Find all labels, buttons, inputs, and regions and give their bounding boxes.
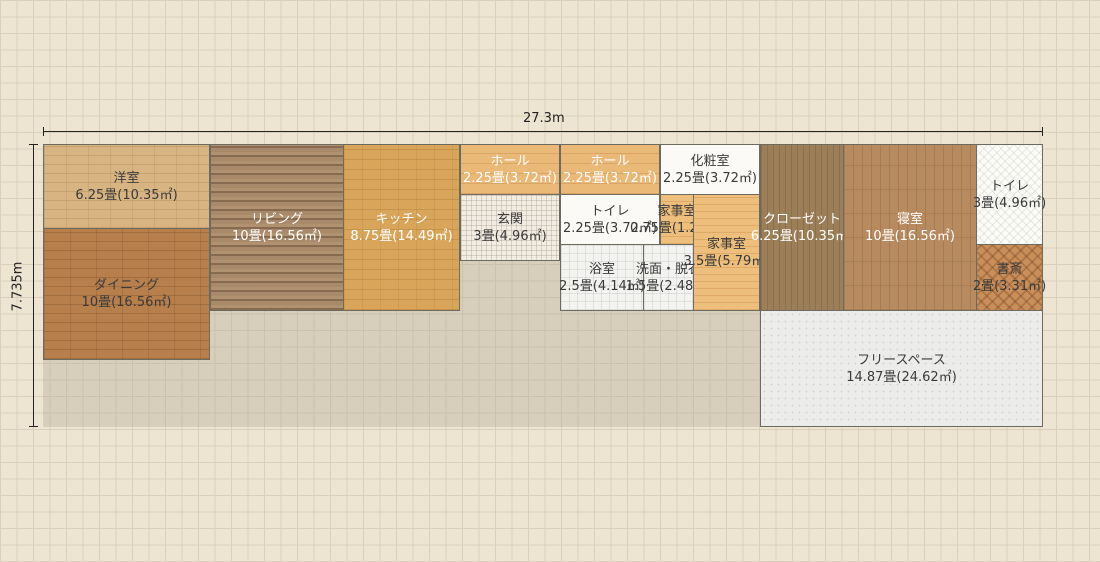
room-toilet-2[interactable]: トイレ 3畳(4.96㎡) <box>972 144 1047 245</box>
room-size: 6.25畳(10.35㎡) <box>750 228 854 244</box>
room-name: ダイニング <box>93 278 159 293</box>
room-size: 2畳(3.31㎡) <box>972 278 1047 294</box>
room-living[interactable]: リビング 10畳(16.56㎡) <box>210 144 344 311</box>
height-dimension-tick-top <box>29 144 38 145</box>
room-name: 家事室 <box>706 236 746 252</box>
room-name: 寝室 <box>896 211 923 227</box>
room-powder[interactable]: 化粧室 2.25畳(3.72㎡) <box>660 144 760 195</box>
room-study[interactable]: 書斎 2畳(3.31㎡) <box>972 244 1047 311</box>
room-yoshitsu[interactable]: 洋室 6.25畳(10.35㎡) <box>43 144 210 229</box>
width-dimension-label: 27.3m <box>523 111 565 126</box>
height-dimension-line <box>33 144 34 427</box>
room-size: 2.25畳(3.72㎡) <box>462 170 558 186</box>
room-size: 3畳(4.96㎡) <box>473 228 547 244</box>
room-bedroom[interactable]: 寝室 10畳(16.56㎡) <box>843 144 977 311</box>
room-size: 3畳(4.96㎡) <box>972 195 1047 211</box>
height-dimension-tick-bottom <box>29 426 38 427</box>
room-size: 8.75畳(14.49㎡) <box>350 228 453 244</box>
room-kajishitsu[interactable]: 家事室 3.5畳(5.79㎡) <box>684 194 769 311</box>
room-genkan[interactable]: 玄関 3畳(4.96㎡) <box>460 194 560 261</box>
room-hall-2[interactable]: ホール 2.25畳(3.72㎡) <box>560 144 660 195</box>
room-closet[interactable]: クローゼット 6.25畳(10.35㎡) <box>751 144 853 311</box>
room-size: 10畳(16.56㎡) <box>81 295 172 310</box>
room-size: 2.25畳(3.72㎡) <box>562 170 658 186</box>
room-hall-1[interactable]: ホール 2.25畳(3.72㎡) <box>460 144 560 195</box>
room-kitchen[interactable]: キッチン 8.75畳(14.49㎡) <box>343 144 460 311</box>
room-name: 家事室 <box>657 203 697 219</box>
room-name: ホール <box>490 153 530 169</box>
room-name: ホール <box>590 153 630 169</box>
room-name: リビング <box>250 211 303 227</box>
room-dining[interactable]: ダイニング 10畳(16.56㎡) <box>43 228 210 360</box>
room-size: 3.5畳(5.79㎡) <box>683 253 770 269</box>
room-kajishitsu-small[interactable]: 家事室 0.75畳(1.24㎡) <box>630 194 724 245</box>
room-size: 6.25畳(10.35㎡) <box>75 187 178 203</box>
room-name: 化粧室 <box>690 153 730 169</box>
room-name: クローゼット <box>762 211 841 227</box>
room-size: 10畳(16.56㎡) <box>865 228 955 244</box>
room-size: 14.87畳(24.62㎡) <box>846 369 957 385</box>
room-name: 浴室 <box>588 261 615 277</box>
room-name: トイレ <box>590 203 630 219</box>
room-name: 玄関 <box>496 211 523 227</box>
width-dimension-tick-left <box>43 127 44 136</box>
room-name: 洋室 <box>113 170 140 186</box>
width-dimension-line <box>43 131 1043 132</box>
room-name: トイレ <box>989 178 1029 194</box>
room-freespace[interactable]: フリースペース 14.87畳(24.62㎡) <box>760 310 1043 427</box>
room-name: 書斎 <box>996 261 1023 277</box>
room-size: 10畳(16.56㎡) <box>232 228 322 244</box>
room-name: キッチン <box>375 211 428 227</box>
room-name: フリースペース <box>857 352 946 368</box>
height-dimension-label: 7.735m <box>10 261 26 312</box>
width-dimension-tick-right <box>1042 127 1043 136</box>
room-size: 2.25畳(3.72㎡) <box>662 170 758 186</box>
